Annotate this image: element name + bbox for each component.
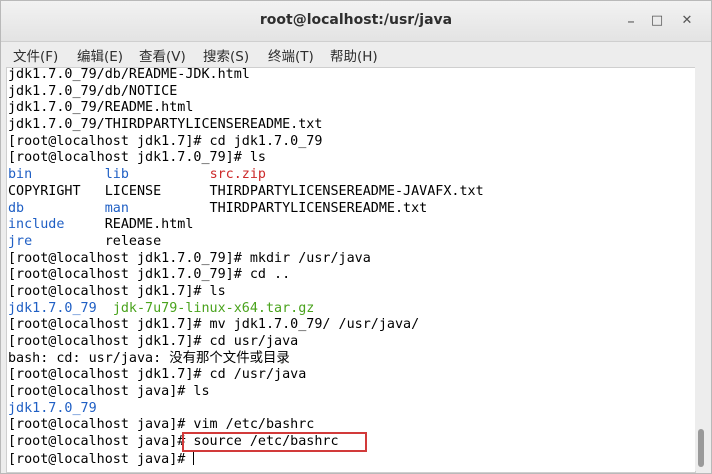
terminal-text: man xyxy=(104,200,129,216)
terminal-text: [root@localhost jdk1.7]# cd jdk1.7.0_79 xyxy=(8,133,323,149)
terminal-line: bash: cd: usr/java: 没有那个文件或目录 xyxy=(8,351,484,368)
terminal-line: jdk1.7.0_79/README.html xyxy=(8,100,484,117)
terminal-text: [root@localhost jdk1.7]# cd usr/java xyxy=(8,334,299,349)
terminal-window: root@localhost:/usr/java – □ ✕ 文件(F) 编辑(… xyxy=(0,0,712,474)
terminal-text: [root@localhost jdk1.7]# ls xyxy=(8,283,226,299)
terminal-line: db man THIRDPARTYLICENSEREADME.txt xyxy=(8,201,484,218)
menu-view[interactable]: 查看(V) xyxy=(139,45,186,65)
terminal-line: jdk1.7.0_79 jdk-7u79-linux-x64.tar.gz xyxy=(8,301,484,318)
scrollbar-thumb[interactable] xyxy=(698,429,704,467)
terminal-text: jdk1.7.0_79 xyxy=(8,400,97,416)
terminal-line: [root@localhost jdk1.7.0_79]# mkdir /usr… xyxy=(8,251,484,268)
terminal-text: jdk1.7.0_79/db/NOTICE xyxy=(8,83,178,99)
menu-search[interactable]: 搜索(S) xyxy=(203,45,249,65)
terminal-lines: jdk1.7.0_79/db/README-JDK.html jdk1.7.0_7… xyxy=(8,67,484,468)
title-bar[interactable]: root@localhost:/usr/java – □ ✕ xyxy=(1,1,711,42)
terminal-text: [root@localhost jdk1.7.0_79]# ls xyxy=(8,150,266,166)
maximize-icon[interactable]: □ xyxy=(647,11,667,31)
menu-help[interactable]: 帮助(H) xyxy=(330,45,378,65)
terminal-line: [root@localhost jdk1.7]# cd usr/java xyxy=(8,334,484,351)
terminal-text: [root@localhost jdk1.7]# mv jdk1.7.0_79/… xyxy=(8,317,420,333)
terminal-line: [root@localhost java]# xyxy=(8,450,484,468)
terminal-line: COPYRIGHT LICENSE THIRDPARTYLICENSEREADM… xyxy=(8,184,484,201)
terminal-line: jdk1.7.0_79/db/README-JDK.html xyxy=(8,67,484,84)
minimize-icon[interactable]: – xyxy=(621,11,641,31)
terminal-text: jdk1.7.0_79 xyxy=(8,300,97,316)
terminal-text: COPYRIGHT LICENSE THIRDPARTYLICENSEREADM… xyxy=(8,183,484,199)
window-title: root@localhost:/usr/java xyxy=(259,12,453,28)
terminal-text: release xyxy=(32,233,162,249)
menu-edit[interactable]: 编辑(E) xyxy=(77,45,123,65)
terminal-text: README.html xyxy=(64,217,194,233)
terminal-line: [root@localhost jdk1.7.0_79]# ls xyxy=(8,150,484,167)
terminal-text: db xyxy=(8,200,25,216)
terminal-line: jdk1.7.0_79/db/NOTICE xyxy=(8,84,484,101)
scrollbar[interactable] xyxy=(695,67,707,471)
terminal-text: jdk1.7.0_79/db/README-JDK.html xyxy=(8,67,250,82)
terminal-text: [root@localhost java]# xyxy=(8,451,194,467)
terminal-text: jre xyxy=(8,233,33,249)
text-cursor xyxy=(193,450,195,465)
close-icon[interactable]: ✕ xyxy=(677,11,697,31)
terminal-text: [root@localhost java]# ls xyxy=(8,384,210,400)
terminal-text: bin xyxy=(8,167,33,183)
menu-terminal[interactable]: 终端(T) xyxy=(268,45,314,65)
terminal-text: jdk-7u79-linux-x64.tar.gz xyxy=(112,300,315,316)
terminal-text: [root@localhost jdk1.7.0_79]# mkdir /usr… xyxy=(8,250,371,266)
terminal-text: jdk1.7.0_79/README.html xyxy=(8,100,194,116)
terminal-text: include xyxy=(8,217,65,233)
terminal-text: lib xyxy=(104,167,129,183)
terminal-text: [root@localhost java]# vim /etc/bashrc xyxy=(8,417,315,433)
terminal-line: [root@localhost jdk1.7.0_79]# cd .. xyxy=(8,267,484,284)
terminal-line: [root@localhost jdk1.7]# cd jdk1.7.0_79 xyxy=(8,134,484,151)
terminal-text: jdk1.7.0_79/THIRDPARTYLICENSEREADME.txt xyxy=(8,117,323,133)
terminal-line: jdk1.7.0_79/THIRDPARTYLICENSEREADME.txt xyxy=(8,117,484,134)
terminal-line: [root@localhost jdk1.7]# cd /usr/java xyxy=(8,367,484,384)
terminal-line: jre release xyxy=(8,234,484,251)
menu-bar: 文件(F) 编辑(E) 查看(V) 搜索(S) 终端(T) 帮助(H) xyxy=(1,42,711,66)
highlight-box xyxy=(182,432,367,452)
terminal-output[interactable]: jdk1.7.0_79/db/README-JDK.html jdk1.7.0_7… xyxy=(6,67,696,473)
terminal-text: src.zip xyxy=(209,167,266,183)
terminal-line: [root@localhost jdk1.7]# mv jdk1.7.0_79/… xyxy=(8,317,484,334)
terminal-text: [root@localhost jdk1.7]# cd /usr/java xyxy=(8,367,307,383)
menu-file[interactable]: 文件(F) xyxy=(13,45,58,65)
terminal-line: jdk1.7.0_79 xyxy=(8,401,484,418)
terminal-line: [root@localhost java]# ls xyxy=(8,384,484,401)
terminal-text: THIRDPARTYLICENSEREADME.txt xyxy=(128,200,428,216)
terminal-line: bin lib src.zip xyxy=(8,167,484,184)
terminal-line: [root@localhost jdk1.7]# ls xyxy=(8,284,484,301)
terminal-text: bash: cd: usr/java: 没有那个文件或目录 xyxy=(8,350,290,366)
terminal-line: include README.html xyxy=(8,217,484,234)
terminal-text: [root@localhost jdk1.7.0_79]# cd .. xyxy=(8,267,291,283)
